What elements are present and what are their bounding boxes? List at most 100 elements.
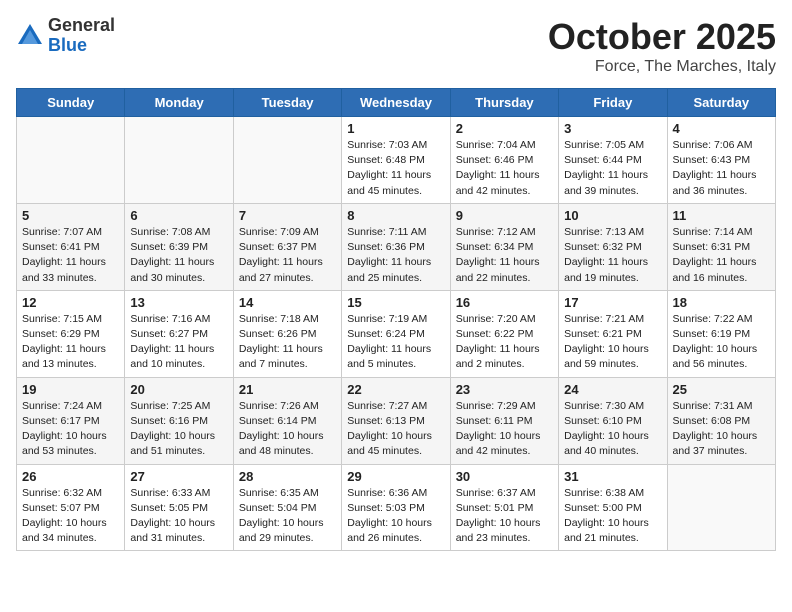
day-number: 31 — [564, 469, 661, 484]
calendar-week-row: 12 Sunrise: 7:15 AMSunset: 6:29 PMDayligh… — [17, 290, 776, 377]
day-info: Sunrise: 6:38 AMSunset: 5:00 PMDaylight:… — [564, 486, 661, 547]
calendar-cell: 13 Sunrise: 7:16 AMSunset: 6:27 PMDayligh… — [125, 290, 233, 377]
day-number: 5 — [22, 208, 119, 223]
calendar-cell — [667, 464, 775, 551]
title-block: October 2025 Force, The Marches, Italy — [548, 16, 776, 76]
col-header-saturday: Saturday — [667, 89, 775, 117]
day-info: Sunrise: 7:27 AMSunset: 6:13 PMDaylight:… — [347, 399, 444, 460]
day-info: Sunrise: 7:24 AMSunset: 6:17 PMDaylight:… — [22, 399, 119, 460]
calendar-cell: 21 Sunrise: 7:26 AMSunset: 6:14 PMDayligh… — [233, 377, 341, 464]
day-number: 18 — [673, 295, 770, 310]
day-number: 21 — [239, 382, 336, 397]
day-info: Sunrise: 7:16 AMSunset: 6:27 PMDaylight:… — [130, 312, 227, 373]
day-number: 10 — [564, 208, 661, 223]
calendar-week-row: 5 Sunrise: 7:07 AMSunset: 6:41 PMDaylight… — [17, 203, 776, 290]
day-number: 27 — [130, 469, 227, 484]
location-title: Force, The Marches, Italy — [548, 58, 776, 76]
calendar-cell: 31 Sunrise: 6:38 AMSunset: 5:00 PMDayligh… — [559, 464, 667, 551]
calendar-cell: 17 Sunrise: 7:21 AMSunset: 6:21 PMDayligh… — [559, 290, 667, 377]
calendar-week-row: 1 Sunrise: 7:03 AMSunset: 6:48 PMDaylight… — [17, 117, 776, 204]
calendar-cell — [17, 117, 125, 204]
day-info: Sunrise: 7:03 AMSunset: 6:48 PMDaylight:… — [347, 138, 444, 199]
calendar-cell — [125, 117, 233, 204]
day-number: 4 — [673, 121, 770, 136]
day-number: 3 — [564, 121, 661, 136]
day-info: Sunrise: 7:09 AMSunset: 6:37 PMDaylight:… — [239, 225, 336, 286]
calendar-cell: 25Sunrise: 7:31 AMSunset: 6:08 PMDayligh… — [667, 377, 775, 464]
day-info: Sunrise: 7:20 AMSunset: 6:22 PMDaylight:… — [456, 312, 553, 373]
day-info: Sunrise: 7:31 AMSunset: 6:08 PMDaylight:… — [673, 399, 770, 460]
day-number: 22 — [347, 382, 444, 397]
day-info: Sunrise: 7:07 AMSunset: 6:41 PMDaylight:… — [22, 225, 119, 286]
logo-general-text: General — [48, 16, 115, 36]
day-info: Sunrise: 7:04 AMSunset: 6:46 PMDaylight:… — [456, 138, 553, 199]
day-number: 20 — [130, 382, 227, 397]
day-number: 8 — [347, 208, 444, 223]
day-info: Sunrise: 7:14 AMSunset: 6:31 PMDaylight:… — [673, 225, 770, 286]
day-info: Sunrise: 7:05 AMSunset: 6:44 PMDaylight:… — [564, 138, 661, 199]
col-header-thursday: Thursday — [450, 89, 558, 117]
day-info: Sunrise: 7:22 AMSunset: 6:19 PMDaylight:… — [673, 312, 770, 373]
calendar-cell: 10Sunrise: 7:13 AMSunset: 6:32 PMDayligh… — [559, 203, 667, 290]
calendar-cell: 22 Sunrise: 7:27 AMSunset: 6:13 PMDayligh… — [342, 377, 450, 464]
calendar-cell: 16 Sunrise: 7:20 AMSunset: 6:22 PMDayligh… — [450, 290, 558, 377]
calendar-cell — [233, 117, 341, 204]
day-number: 14 — [239, 295, 336, 310]
calendar-week-row: 19Sunrise: 7:24 AMSunset: 6:17 PMDayligh… — [17, 377, 776, 464]
day-number: 13 — [130, 295, 227, 310]
day-info: Sunrise: 6:32 AMSunset: 5:07 PMDaylight:… — [22, 486, 119, 547]
day-number: 28 — [239, 469, 336, 484]
month-title: October 2025 — [548, 16, 776, 58]
day-number: 7 — [239, 208, 336, 223]
calendar-cell: 8 Sunrise: 7:11 AMSunset: 6:36 PMDaylight… — [342, 203, 450, 290]
calendar-cell: 3 Sunrise: 7:05 AMSunset: 6:44 PMDaylight… — [559, 117, 667, 204]
day-info: Sunrise: 6:33 AMSunset: 5:05 PMDaylight:… — [130, 486, 227, 547]
calendar-table: SundayMondayTuesdayWednesdayThursdayFrid… — [16, 88, 776, 551]
day-number: 1 — [347, 121, 444, 136]
day-info: Sunrise: 7:15 AMSunset: 6:29 PMDaylight:… — [22, 312, 119, 373]
day-info: Sunrise: 7:12 AMSunset: 6:34 PMDaylight:… — [456, 225, 553, 286]
calendar-week-row: 26Sunrise: 6:32 AMSunset: 5:07 PMDayligh… — [17, 464, 776, 551]
day-info: Sunrise: 6:35 AMSunset: 5:04 PMDaylight:… — [239, 486, 336, 547]
col-header-wednesday: Wednesday — [342, 89, 450, 117]
day-number: 17 — [564, 295, 661, 310]
calendar-cell: 23 Sunrise: 7:29 AMSunset: 6:11 PMDayligh… — [450, 377, 558, 464]
day-info: Sunrise: 7:21 AMSunset: 6:21 PMDaylight:… — [564, 312, 661, 373]
calendar-cell: 20Sunrise: 7:25 AMSunset: 6:16 PMDayligh… — [125, 377, 233, 464]
day-info: Sunrise: 7:18 AMSunset: 6:26 PMDaylight:… — [239, 312, 336, 373]
calendar-cell: 14 Sunrise: 7:18 AMSunset: 6:26 PMDayligh… — [233, 290, 341, 377]
day-number: 24 — [564, 382, 661, 397]
logo-blue-text: Blue — [48, 36, 115, 56]
day-number: 11 — [673, 208, 770, 223]
col-header-sunday: Sunday — [17, 89, 125, 117]
day-number: 30 — [456, 469, 553, 484]
day-info: Sunrise: 7:26 AMSunset: 6:14 PMDaylight:… — [239, 399, 336, 460]
day-info: Sunrise: 7:06 AMSunset: 6:43 PMDaylight:… — [673, 138, 770, 199]
day-info: Sunrise: 7:19 AMSunset: 6:24 PMDaylight:… — [347, 312, 444, 373]
calendar-cell: 19Sunrise: 7:24 AMSunset: 6:17 PMDayligh… — [17, 377, 125, 464]
logo: General Blue — [16, 16, 115, 56]
calendar-cell: 28 Sunrise: 6:35 AMSunset: 5:04 PMDayligh… — [233, 464, 341, 551]
col-header-tuesday: Tuesday — [233, 89, 341, 117]
day-info: Sunrise: 7:08 AMSunset: 6:39 PMDaylight:… — [130, 225, 227, 286]
calendar-cell: 5 Sunrise: 7:07 AMSunset: 6:41 PMDaylight… — [17, 203, 125, 290]
calendar-cell: 30Sunrise: 6:37 AMSunset: 5:01 PMDayligh… — [450, 464, 558, 551]
calendar-cell: 11 Sunrise: 7:14 AMSunset: 6:31 PMDayligh… — [667, 203, 775, 290]
calendar-cell: 6 Sunrise: 7:08 AMSunset: 6:39 PMDaylight… — [125, 203, 233, 290]
day-number: 6 — [130, 208, 227, 223]
logo-text: General Blue — [48, 16, 115, 56]
calendar-cell: 26Sunrise: 6:32 AMSunset: 5:07 PMDayligh… — [17, 464, 125, 551]
day-number: 23 — [456, 382, 553, 397]
day-number: 9 — [456, 208, 553, 223]
calendar-cell: 15Sunrise: 7:19 AMSunset: 6:24 PMDayligh… — [342, 290, 450, 377]
col-header-monday: Monday — [125, 89, 233, 117]
calendar-cell: 2Sunrise: 7:04 AMSunset: 6:46 PMDaylight… — [450, 117, 558, 204]
day-number: 12 — [22, 295, 119, 310]
day-number: 16 — [456, 295, 553, 310]
page-header: General Blue October 2025 Force, The Mar… — [16, 16, 776, 76]
logo-icon — [16, 22, 44, 50]
day-info: Sunrise: 7:11 AMSunset: 6:36 PMDaylight:… — [347, 225, 444, 286]
calendar-cell: 18 Sunrise: 7:22 AMSunset: 6:19 PMDayligh… — [667, 290, 775, 377]
day-number: 29 — [347, 469, 444, 484]
day-info: Sunrise: 7:29 AMSunset: 6:11 PMDaylight:… — [456, 399, 553, 460]
